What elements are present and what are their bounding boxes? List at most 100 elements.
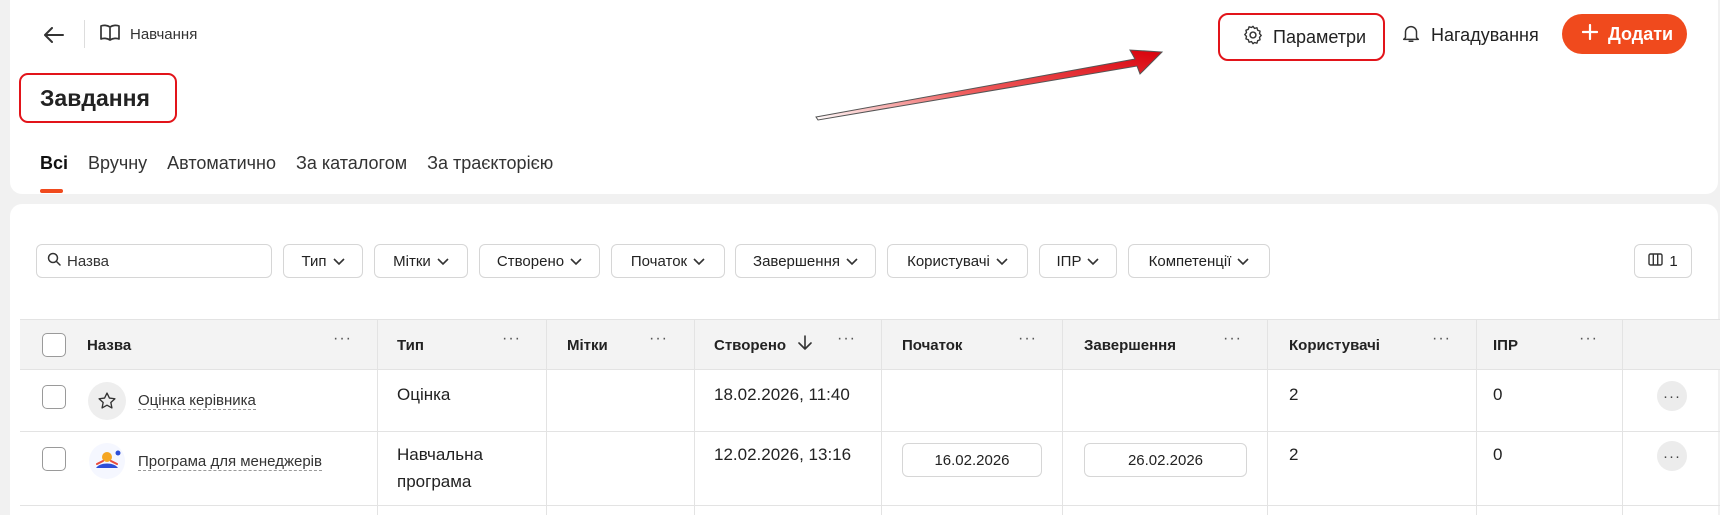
filter-label: Компетенції: [1148, 252, 1232, 270]
cell-created: 12.02.2026, 13:16: [714, 445, 852, 464]
filter-label: Початок: [630, 252, 688, 270]
header-type: Тип: [397, 337, 424, 354]
select-all-checkbox[interactable]: [42, 333, 66, 357]
cell-type: програма: [397, 472, 472, 491]
column-menu-icon[interactable]: ···: [333, 330, 352, 348]
book-icon: [100, 24, 120, 45]
column-divider: [1476, 319, 1477, 515]
search-icon: [47, 252, 61, 271]
cell-users: 2: [1289, 385, 1299, 404]
add-button[interactable]: Додати: [1562, 14, 1687, 54]
filter-label: Мітки: [393, 252, 431, 270]
add-label: Додати: [1608, 23, 1674, 44]
chevron-down-icon: [332, 253, 345, 270]
column-divider: [1267, 319, 1268, 515]
breadcrumb-label: Навчання: [130, 26, 198, 43]
back-arrow-icon[interactable]: [42, 23, 66, 47]
cell-created: 18.02.2026, 11:40: [714, 385, 850, 404]
column-menu-icon[interactable]: ···: [649, 330, 668, 348]
cell-ipr: 0: [1493, 385, 1503, 404]
divider: [84, 20, 85, 48]
chevron-down-icon: [846, 253, 858, 270]
breadcrumb[interactable]: Навчання: [100, 24, 197, 45]
filter-type[interactable]: Тип: [283, 244, 363, 278]
chevron-down-icon: [570, 253, 582, 270]
filter-tags[interactable]: Мітки: [374, 244, 468, 278]
cell-type: Навчальна: [397, 445, 483, 464]
filter-competencies[interactable]: Компетенції: [1128, 244, 1270, 278]
column-menu-icon[interactable]: ···: [502, 330, 521, 348]
filter-label: ІПР: [1056, 252, 1082, 270]
row-checkbox[interactable]: [42, 447, 66, 471]
chevron-down-icon: [1237, 253, 1249, 270]
cell-users: 2: [1289, 445, 1299, 464]
header-ipr: ІПР: [1493, 337, 1518, 354]
star-icon: [88, 382, 126, 420]
row-divider: [20, 431, 1720, 432]
search-input[interactable]: [36, 244, 272, 278]
filter-label: Користувачі: [907, 252, 990, 270]
header-tags: Мітки: [567, 337, 608, 354]
filter-start[interactable]: Початок: [611, 244, 725, 278]
header-created: Створено: [714, 337, 787, 354]
table-header: [20, 319, 1720, 370]
columns-icon: [1648, 252, 1664, 270]
tab-automatic[interactable]: Автоматично: [167, 153, 276, 174]
filter-ipr[interactable]: ІПР: [1039, 244, 1117, 278]
chevron-down-icon: [437, 253, 449, 270]
column-menu-icon[interactable]: ···: [1223, 330, 1242, 348]
end-date-field[interactable]: 26.02.2026: [1084, 443, 1247, 477]
chevron-down-icon: [996, 253, 1008, 270]
header-name: Назва: [87, 337, 132, 354]
filter-label: Створено: [496, 252, 565, 270]
filter-end[interactable]: Завершення: [735, 244, 876, 278]
column-menu-icon[interactable]: ···: [1432, 330, 1451, 348]
more-icon[interactable]: ···: [1657, 441, 1687, 471]
gear-icon: [1242, 24, 1264, 51]
search-field[interactable]: [67, 252, 257, 270]
task-name-link[interactable]: Програма для менеджерів: [138, 453, 322, 471]
column-menu-icon[interactable]: ···: [837, 330, 856, 348]
columns-count: 1: [1669, 252, 1678, 270]
task-name-link[interactable]: Оцінка керівника: [138, 392, 256, 410]
column-divider: [377, 319, 378, 515]
tab-manual[interactable]: Вручну: [88, 153, 147, 174]
header-users: Користувачі: [1289, 337, 1380, 354]
params-button[interactable]: Параметри: [1218, 13, 1385, 61]
tab-trajectory[interactable]: За траєкторією: [427, 153, 553, 174]
filter-created[interactable]: Створено: [479, 244, 600, 278]
tab-all[interactable]: Всі: [40, 153, 68, 193]
column-menu-icon[interactable]: ···: [1579, 330, 1598, 348]
columns-button[interactable]: 1: [1634, 244, 1692, 278]
sort-down-icon[interactable]: [798, 335, 812, 356]
header-start: Початок: [902, 337, 963, 354]
more-icon[interactable]: ···: [1657, 381, 1687, 411]
cell-ipr: 0: [1493, 445, 1503, 464]
plus-icon: [1581, 23, 1599, 45]
reminders-button[interactable]: Нагадування: [1400, 22, 1539, 49]
bell-icon: [1400, 22, 1422, 49]
chevron-down-icon: [1087, 253, 1100, 270]
params-label: Параметри: [1273, 26, 1367, 47]
cell-type: Оцінка: [397, 385, 451, 404]
start-date-field[interactable]: 16.02.2026: [902, 443, 1042, 477]
column-divider: [546, 319, 547, 515]
row-divider: [20, 505, 1720, 506]
program-cover-icon: [88, 442, 126, 480]
column-divider: [694, 319, 695, 515]
header-end: Завершення: [1084, 337, 1176, 354]
reminders-label: Нагадування: [1431, 25, 1539, 45]
chevron-down-icon: [693, 253, 705, 270]
filter-label: Тип: [301, 252, 327, 270]
tab-bar: Всі Вручну Автоматично За каталогом За т…: [40, 153, 553, 193]
column-divider: [1622, 319, 1623, 515]
annotation-arrow: [815, 49, 1164, 121]
tab-catalog[interactable]: За каталогом: [296, 153, 407, 174]
column-divider: [1062, 319, 1063, 515]
page-title: Завдання: [19, 73, 177, 123]
column-menu-icon[interactable]: ···: [1018, 330, 1037, 348]
filter-label: Завершення: [753, 252, 840, 270]
row-checkbox[interactable]: [42, 385, 66, 409]
filter-users[interactable]: Користувачі: [887, 244, 1028, 278]
column-divider: [881, 319, 882, 515]
